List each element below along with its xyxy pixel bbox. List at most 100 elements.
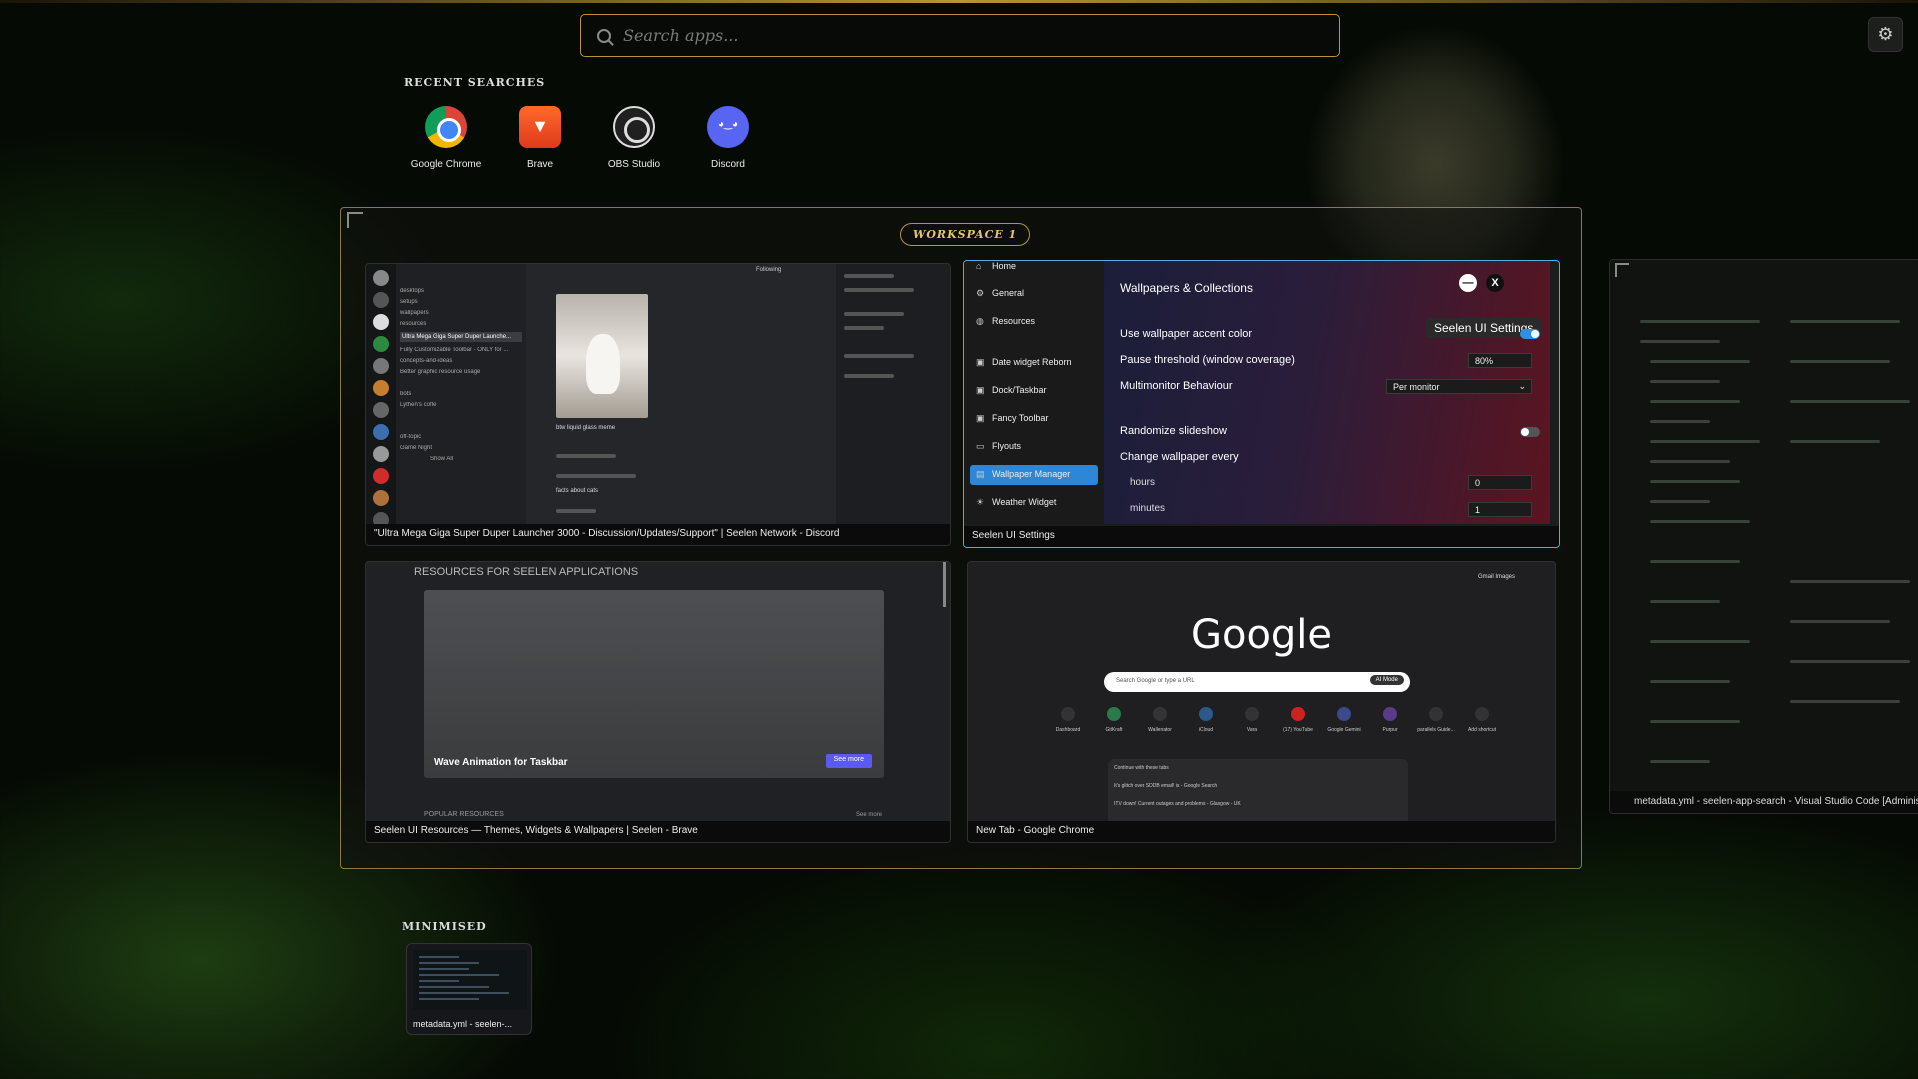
recent-app-label: OBS Studio [607,159,661,170]
brave-heading: RESOURCES FOR SEELEN APPLICATIONS [414,566,639,578]
shortcut-label: iCloud [1198,727,1214,733]
top-accent-line [0,0,1918,3]
see-more-button[interactable]: See more [825,754,872,768]
nav-fancy-toolbar[interactable]: ▣ Fancy Toolbar [970,409,1098,429]
shortcut[interactable]: parallels Guide... [1416,707,1456,733]
card-row[interactable]: It's glitch over SDDB email! is - Google… [1114,783,1402,789]
google-logo: Google [1190,612,1333,658]
widget-icon: ▭ [976,441,985,451]
nav-label: Home [992,261,1017,271]
card-row[interactable]: ITV down! Current outages and problems -… [1114,801,1402,807]
chrome-icon [425,106,467,148]
channel-item: Show All [430,456,454,462]
channel-item: Ultra Mega Giga Super Duper Launche... [400,332,522,342]
discord-member-list [836,264,950,527]
card-title: Continue with these tabs [1114,765,1169,771]
accent-color-toggle[interactable] [1520,329,1540,339]
nav-label: Weather Widget [992,497,1057,507]
shortcut[interactable]: Google Gemini [1324,707,1364,733]
workspace-label[interactable]: WORKSPACE 1 [900,223,1031,246]
google-search-box[interactable]: Search Google or type a URL AI Mode [1104,672,1410,692]
pause-threshold-input[interactable]: 80% [1468,353,1532,368]
add-shortcut[interactable]: Add shortcut [1462,707,1502,733]
gear-icon: ⚙ [976,288,985,298]
close-button[interactable]: X [1486,274,1504,292]
shortcut[interactable]: Wallenator [1140,707,1180,733]
discord-server-list [366,264,396,528]
search-icon [597,28,611,43]
channel-item: setups [400,299,418,305]
resource-card[interactable]: Wave Animation for Taskbar See more [424,590,884,778]
window-caption: metadata.yml - seelen-app-search - Visua… [1610,791,1918,813]
minimised-title: MINIMISED [402,920,487,933]
nav-home[interactable]: ⌂ Home [970,261,1098,277]
minutes-input[interactable]: 1 [1468,502,1532,517]
window-caption: "Ultra Mega Giga Super Duper Launcher 30… [366,524,950,545]
settings-button[interactable]: ⚙ [1868,17,1903,52]
search-placeholder: Search Google or type a URL [1116,678,1195,684]
hours-input[interactable]: 0 [1468,475,1532,490]
window-caption: New Tab - Google Chrome [968,821,1555,842]
recent-app-chrome[interactable]: Google Chrome [401,106,491,172]
recent-app-obs[interactable]: OBS Studio [589,106,679,172]
shortcut-label: Add shortcut [1467,727,1497,733]
minimize-button[interactable]: — [1459,274,1477,292]
nav-dock-taskbar[interactable]: ▣ Dock/Taskbar [970,381,1098,401]
recent-app-label: Google Chrome [410,159,482,170]
shortcut[interactable]: iCloud [1186,707,1226,733]
shortcut-label: Dashboard [1055,727,1081,733]
recent-app-brave[interactable]: Brave [495,106,585,172]
channel-item: Fully Customizable Toolbar - ONLY for ..… [400,347,509,353]
shortcut-label: parallels Guide... [1417,727,1455,733]
channel-item: off-topic [400,434,422,440]
nav-flyouts[interactable]: ▭ Flyouts [970,437,1098,457]
shortcut-label: GitKraft [1105,727,1123,733]
scrollbar[interactable] [943,562,946,607]
window-seelen-settings[interactable]: ⌂ Home ⚙ General ◍ Resources ▣ Date widget R… [963,260,1560,548]
window-vscode-offscreen[interactable]: metadata.yml - seelen-app-search - Visua… [1609,259,1918,814]
window-discord[interactable]: desktops setups wallpapers resources Ult… [365,263,951,546]
nav-label: Fancy Toolbar [992,413,1049,423]
change-wallpaper-label: Change wallpaper every [1120,451,1239,463]
home-icon: ⌂ [976,261,982,271]
shortcut[interactable]: (17) YouTube [1278,707,1318,733]
workspace-corner-handle[interactable] [347,212,363,228]
chat-message: btw liquid glass meme [556,425,616,431]
chevron-down-icon: ⌄ [1518,381,1526,391]
brave-icon [519,106,561,148]
nav-general[interactable]: ⚙ General [970,284,1098,304]
ai-mode-button[interactable]: AI Mode [1369,675,1404,685]
shortcut[interactable]: GitKraft [1094,707,1134,733]
multimonitor-select[interactable]: Per monitor ⌄ [1386,379,1532,394]
settings-nav: ⌂ Home ⚙ General ◍ Resources ▣ Date widget R… [964,261,1104,524]
shortcut[interactable]: Dashboard [1048,707,1088,733]
nav-label: Dock/Taskbar [992,385,1047,395]
channel-item: Game Night [400,445,433,451]
resource-card-title: Wave Animation for Taskbar [434,757,568,768]
minimised-window[interactable]: metadata.yml - seelen-... [406,943,532,1035]
nav-label: Flyouts [992,441,1022,451]
shortcut-label: Purpur [1382,727,1398,733]
shortcut[interactable]: Vara [1232,707,1272,733]
randomize-toggle[interactable] [1520,427,1540,437]
nav-resources[interactable]: ◍ Resources [970,312,1098,332]
workspace-corner-handle[interactable] [1615,263,1629,277]
nav-label: Wallpaper Manager [992,469,1071,479]
discord-following: Following [756,267,782,273]
pause-threshold-label: Pause threshold (window coverage) [1120,354,1295,366]
recent-app-discord[interactable]: Discord [683,106,773,172]
nav-weather-widget[interactable]: ☀ Weather Widget [970,493,1098,513]
shortcut-label: Wallenator [1148,727,1172,733]
window-brave[interactable]: RESOURCES FOR SEELEN APPLICATIONS Wave A… [365,561,951,843]
minutes-label: minutes [1130,503,1166,514]
window-chrome[interactable]: Gmail Images Google Search Google or typ… [967,561,1556,843]
search-bar[interactable] [580,14,1340,57]
nav-wallpaper-manager[interactable]: ▤ Wallpaper Manager [970,465,1098,485]
widget-icon: ▣ [976,385,985,395]
search-input[interactable] [623,26,1303,45]
multimonitor-label: Multimonitor Behaviour [1120,380,1233,392]
see-more-link[interactable]: See more [856,812,882,818]
nav-date-widget[interactable]: ▣ Date widget Reborn [970,353,1098,373]
shortcut[interactable]: Purpur [1370,707,1410,733]
widget-icon: ▣ [976,413,985,423]
